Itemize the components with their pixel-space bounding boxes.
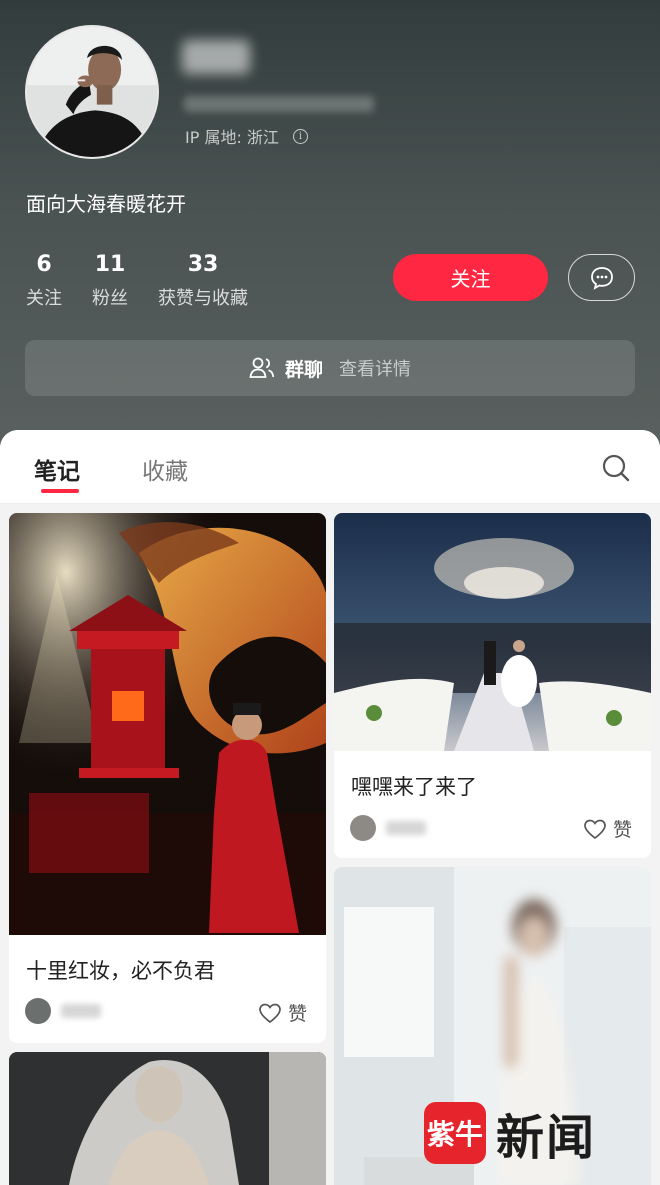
- profile-avatar[interactable]: [25, 25, 159, 159]
- stat-following[interactable]: 6 关注: [26, 252, 62, 310]
- author-avatar: [350, 815, 376, 841]
- note-author[interactable]: [25, 998, 101, 1024]
- stat-followers[interactable]: 11 粉丝: [92, 252, 128, 310]
- profile-header: IP 属地: 浙江 i 面向大海春暖花开 6 关注 11 粉丝 33 获赞与收藏…: [0, 0, 660, 460]
- note-cover-image: [9, 513, 326, 935]
- note-title: 十里红妆，必不负君: [26, 959, 215, 983]
- profile-stats: 6 关注 11 粉丝 33 获赞与收藏: [26, 252, 278, 310]
- heart-icon: [259, 1003, 281, 1023]
- users-icon: [249, 357, 275, 378]
- chat-bubble-icon: [590, 266, 613, 290]
- author-name-blurred: [386, 821, 426, 835]
- stat-count: 11: [94, 252, 126, 277]
- like-button[interactable]: 赞: [583, 815, 632, 842]
- stat-count: 6: [36, 252, 52, 277]
- stat-label: 获赞与收藏: [158, 288, 248, 309]
- tab-notes[interactable]: 笔记: [34, 452, 80, 486]
- note-card[interactable]: 十里红妆，必不负君 赞: [9, 513, 326, 1043]
- follow-button[interactable]: 关注: [393, 254, 548, 301]
- watermark-logo: 紫牛: [424, 1102, 486, 1164]
- stat-likes-favorites[interactable]: 33 获赞与收藏: [158, 252, 248, 310]
- news-watermark: 紫牛 新闻: [424, 1098, 596, 1168]
- note-card[interactable]: 嘿嘿来了来了 赞: [334, 513, 651, 858]
- note-cover-image: [334, 513, 651, 751]
- message-button[interactable]: [568, 254, 635, 301]
- tab-favorites[interactable]: 收藏: [142, 452, 188, 486]
- active-tab-indicator: [41, 489, 79, 493]
- stat-count: 33: [187, 252, 219, 277]
- search-icon[interactable]: [601, 453, 631, 483]
- group-chat-bar[interactable]: 群聊 查看详情: [25, 340, 635, 396]
- note-title: 嘿嘿来了来了: [351, 775, 477, 799]
- ip-location-text: IP 属地: 浙江: [185, 128, 279, 147]
- stat-label: 关注: [26, 288, 62, 309]
- user-id-blurred: [184, 96, 374, 112]
- stat-label: 粉丝: [92, 288, 128, 309]
- heart-icon: [584, 819, 606, 839]
- like-label: 赞: [613, 819, 633, 841]
- nickname-blurred: [182, 40, 250, 74]
- note-card[interactable]: [9, 1052, 326, 1185]
- info-icon[interactable]: i: [292, 128, 308, 144]
- tab-bar: 笔记 收藏: [0, 430, 660, 504]
- like-label: 赞: [288, 1003, 308, 1025]
- ip-location: IP 属地: 浙江 i: [185, 124, 308, 148]
- profile-bio: 面向大海春暖花开: [26, 192, 186, 216]
- watermark-text: 新闻: [496, 1110, 597, 1166]
- like-button[interactable]: 赞: [258, 999, 307, 1026]
- note-cover-image: [9, 1052, 326, 1185]
- group-chat-title: 群聊: [284, 358, 323, 381]
- note-author[interactable]: [350, 815, 426, 841]
- group-chat-details-link[interactable]: 查看详情: [339, 355, 411, 381]
- author-name-blurred: [61, 1004, 101, 1018]
- author-avatar: [25, 998, 51, 1024]
